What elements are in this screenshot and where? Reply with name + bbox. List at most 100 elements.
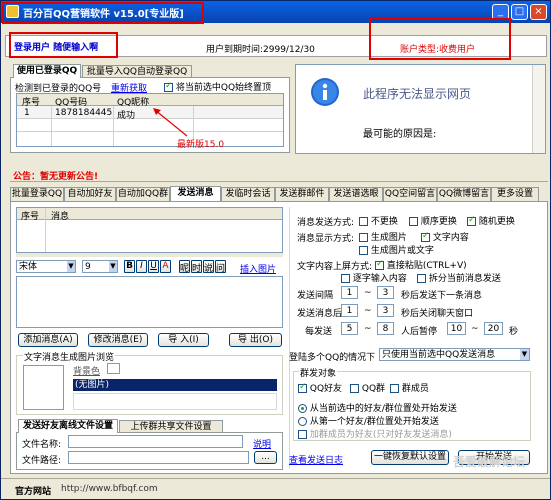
maximize-button[interactable]: □: [511, 4, 528, 20]
tab-send-bulletin[interactable]: 发送谱选眼: [329, 187, 383, 201]
radio[interactable]: [298, 404, 307, 413]
bg-color-swatch[interactable]: [107, 363, 120, 374]
file-name-input[interactable]: [68, 435, 243, 448]
browse-button[interactable]: ...: [254, 451, 277, 464]
mode-option-2[interactable]: 顺序更换: [409, 214, 457, 227]
multi-qq-select[interactable]: 只使用当前选中QQ发送消息: [379, 348, 530, 361]
display-option-3[interactable]: 生成图片或文字: [359, 243, 434, 256]
tab-add-friend[interactable]: 自动加好友: [64, 187, 116, 201]
start-option-2[interactable]: 从第一个好友/群位置处开始发送: [298, 414, 439, 427]
mode-option-1[interactable]: 不更换: [359, 214, 398, 227]
interval-to-input[interactable]: 3: [377, 286, 394, 299]
screen-option-1[interactable]: 直接粘贴(CTRL+V): [375, 258, 467, 271]
message-editor[interactable]: [16, 276, 283, 328]
display-label: 消息显示方式:: [297, 234, 355, 244]
checkbox[interactable]: [359, 246, 368, 255]
preview-item-selected[interactable]: (无图片): [73, 379, 277, 391]
main-window: 百分百QQ营销软件 v15.0[专业版] _ □ × 登录用户 随便输入啊 用户…: [0, 0, 551, 500]
tab-qzone[interactable]: QQ空间留言: [383, 187, 437, 201]
web-reason: 最可能的原因是:: [363, 129, 437, 140]
tab-add-group[interactable]: 自动加QQ群: [116, 187, 170, 201]
checkbox[interactable]: [417, 274, 426, 283]
tab-temp-chat[interactable]: 发临时会话: [221, 187, 275, 201]
checkbox[interactable]: [298, 382, 307, 393]
every-to-input[interactable]: 8: [377, 322, 394, 335]
emoji-button-1[interactable]: 呢: [179, 260, 190, 273]
tab-logged-qq[interactable]: 使用已登录QQ: [13, 64, 81, 78]
option-label: QQ好友: [309, 384, 343, 394]
bold-button[interactable]: B: [124, 260, 135, 273]
checkbox[interactable]: [359, 217, 368, 226]
checkbox[interactable]: [359, 233, 368, 242]
help-link[interactable]: 说明: [253, 437, 271, 450]
tilde: ~: [364, 324, 372, 334]
file-path-input[interactable]: [68, 451, 249, 464]
send-log-link[interactable]: 查看发送日志: [289, 453, 343, 466]
tab-more-settings[interactable]: 更多设置: [491, 187, 539, 201]
preview-image: [23, 365, 64, 410]
target-option-1[interactable]: QQ好友: [298, 381, 342, 394]
tab-batch-login[interactable]: 批量登录QQ: [10, 187, 64, 201]
every-from-input[interactable]: 5: [341, 322, 358, 335]
mode-option-3[interactable]: 随机更换: [467, 214, 515, 227]
msg-col-index: 序号: [21, 212, 40, 222]
tilde: ~: [364, 288, 372, 298]
display-option-1[interactable]: 生成图片: [359, 230, 407, 243]
screen-option-2[interactable]: 逐字输入内容: [341, 271, 407, 284]
checkbox[interactable]: [409, 217, 418, 226]
option-label: QQ群: [361, 384, 386, 394]
color-button[interactable]: A: [160, 260, 171, 273]
chevron-down-icon[interactable]: ▼: [67, 261, 75, 272]
site-url[interactable]: http://www.bfbqf.com: [61, 484, 158, 494]
chevron-down-icon[interactable]: ▼: [520, 349, 529, 360]
pin-checkbox[interactable]: [164, 81, 173, 92]
screen-option-3[interactable]: 拆分当前消息发送: [417, 271, 501, 284]
add-message-button[interactable]: 添加消息(A): [18, 333, 78, 347]
insert-image-link[interactable]: 插入图片: [240, 262, 276, 275]
message-list[interactable]: 序号 消息: [16, 207, 283, 253]
import-button[interactable]: 导 入(I): [158, 333, 209, 347]
blank-option[interactable]: 加群成员为好友(只对好友发送消息): [298, 427, 452, 440]
pause-from-input[interactable]: 10: [447, 322, 466, 335]
tab-send-message[interactable]: 发送消息: [170, 186, 221, 201]
list-hscroll[interactable]: [16, 253, 283, 257]
pin-option[interactable]: 将当前选中QQ始终置顶: [164, 80, 271, 93]
pause-to-input[interactable]: 20: [484, 322, 503, 335]
checkbox[interactable]: [298, 430, 307, 439]
emoji-button-4[interactable]: 问: [215, 260, 226, 273]
export-button[interactable]: 导 出(O): [229, 333, 282, 347]
checkbox[interactable]: [375, 259, 384, 270]
after-from-input[interactable]: 1: [341, 304, 358, 317]
chevron-down-icon[interactable]: ▼: [109, 261, 117, 272]
interval-from-input[interactable]: 1: [341, 286, 358, 299]
start-option-1[interactable]: 从当前选中的好友/群位置处开始发送: [298, 401, 457, 414]
tab-offline-file[interactable]: 发送好友离线文件设置: [18, 419, 118, 433]
red-arrow-icon: [153, 108, 188, 137]
display-option-2[interactable]: 文字内容: [421, 230, 469, 243]
edit-message-button[interactable]: 修改消息(E): [88, 333, 148, 347]
target-option-3[interactable]: 群成员: [390, 381, 429, 394]
checkbox[interactable]: [467, 215, 476, 226]
web-message: 此程序无法显示网页: [363, 87, 472, 101]
web-scrollbar[interactable]: [532, 65, 545, 153]
qq-table: 序号 QQ号码 QQ昵称 1 1878184445 成功: [16, 93, 284, 147]
target-option-2[interactable]: QQ群: [350, 381, 385, 394]
checkbox[interactable]: [350, 384, 359, 393]
emoji-button-3[interactable]: 说: [203, 260, 214, 273]
tab-weibo[interactable]: QQ微博留言: [437, 187, 491, 201]
radio[interactable]: [298, 417, 307, 426]
multi-qq-value: 只使用当前选中QQ发送消息: [382, 350, 496, 360]
restore-defaults-button[interactable]: 一键恢复默认设置: [371, 450, 449, 465]
emoji-button-2[interactable]: 时: [191, 260, 202, 273]
checkbox[interactable]: [421, 231, 430, 242]
checkbox[interactable]: [341, 274, 350, 283]
italic-button[interactable]: I: [136, 260, 147, 273]
after-to-input[interactable]: 3: [377, 304, 394, 317]
underline-button[interactable]: U: [148, 260, 159, 273]
tab-group-mail[interactable]: 发送群邮件: [275, 187, 329, 201]
interval-label: 发送间隔: [297, 291, 334, 301]
close-button[interactable]: ×: [530, 4, 547, 20]
checkbox[interactable]: [390, 384, 399, 393]
preview-list[interactable]: [73, 393, 277, 410]
option-label: 逐字输入内容: [352, 274, 407, 284]
